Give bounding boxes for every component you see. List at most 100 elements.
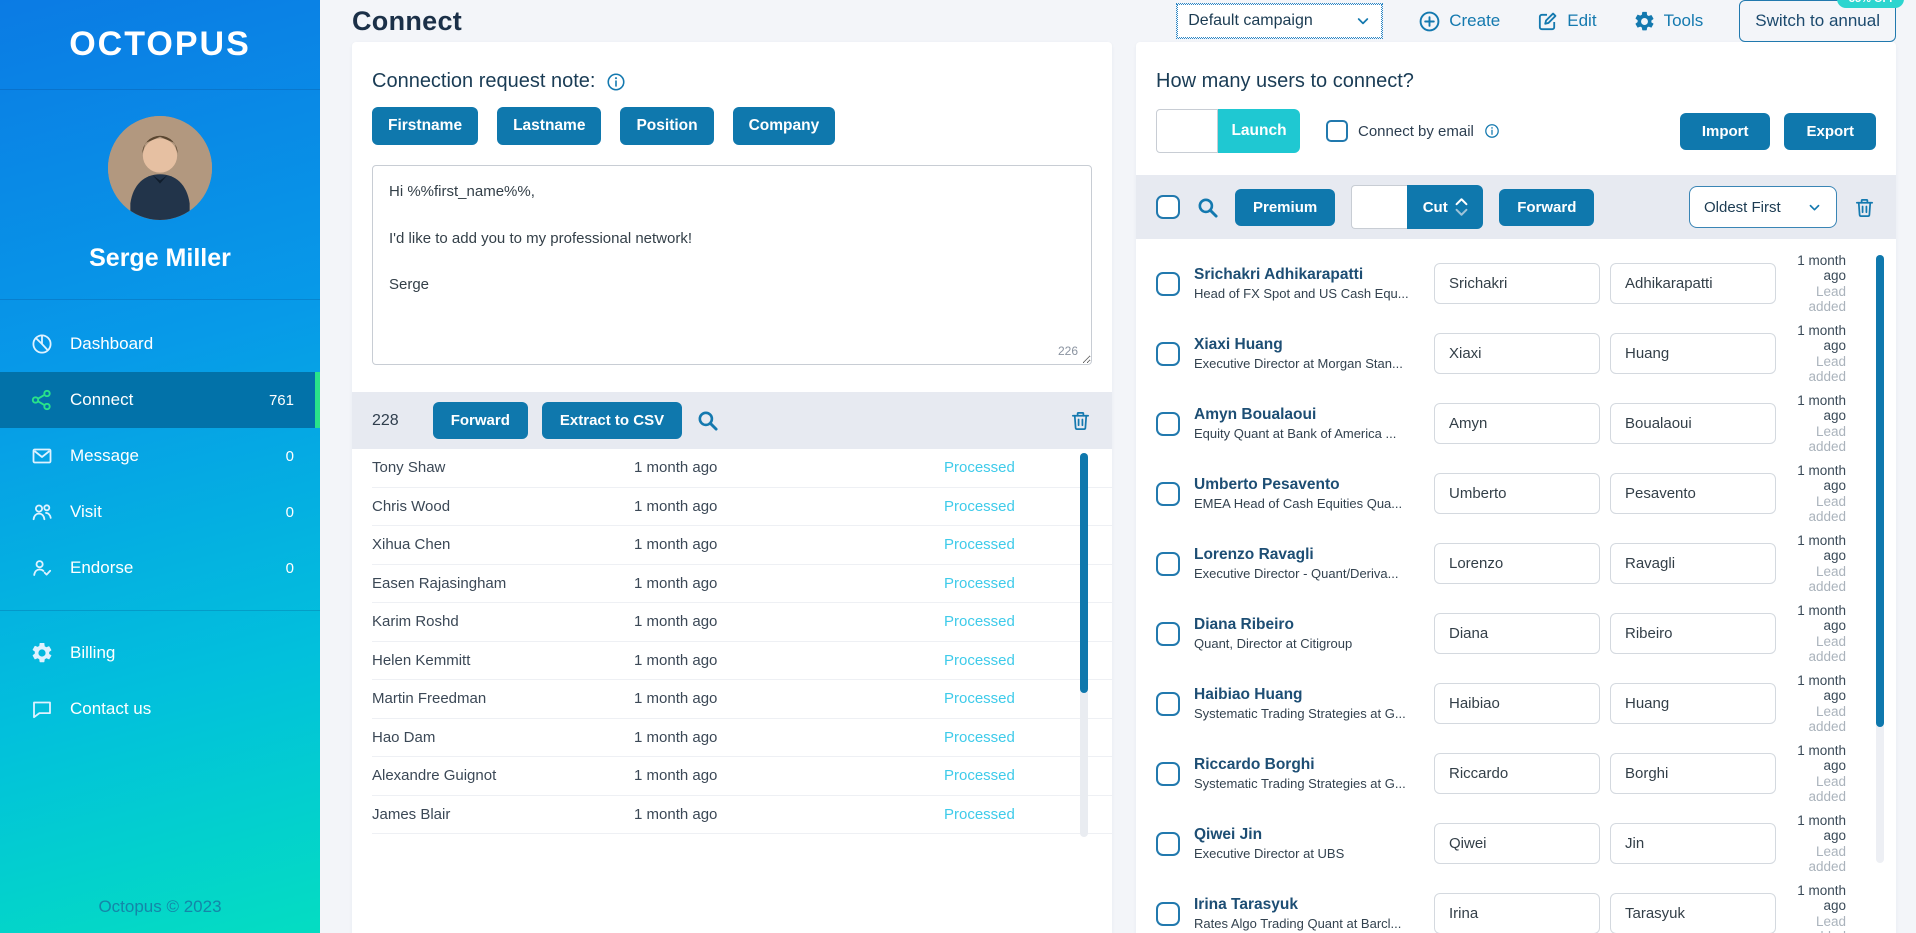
- trash-icon[interactable]: [1069, 409, 1092, 432]
- sidebar-item-billing[interactable]: Billing: [0, 625, 320, 681]
- sidebar-item-visit[interactable]: Visit 0: [0, 484, 320, 540]
- cut-label: Cut: [1422, 198, 1448, 216]
- user-checkbox[interactable]: [1156, 901, 1180, 926]
- import-button[interactable]: Import: [1679, 112, 1771, 150]
- edit-button[interactable]: Edit: [1536, 10, 1597, 33]
- user-name-link[interactable]: Diana Ribeiro: [1194, 616, 1434, 634]
- launch-button[interactable]: Launch: [1218, 109, 1300, 153]
- user-checkbox[interactable]: [1156, 551, 1180, 576]
- position-variable-button[interactable]: Position: [620, 107, 714, 145]
- last-name-field[interactable]: [1610, 753, 1776, 794]
- sort-order-select[interactable]: Oldest First: [1689, 186, 1837, 228]
- first-name-field[interactable]: [1434, 473, 1600, 514]
- user-name-link[interactable]: Xiaxi Huang: [1194, 336, 1434, 354]
- cut-count-input[interactable]: [1351, 185, 1408, 229]
- scrollbar-track[interactable]: [1080, 453, 1088, 837]
- user-name-link[interactable]: Amyn Boualaoui: [1194, 406, 1434, 424]
- scrollbar-track[interactable]: [1876, 255, 1884, 863]
- scrollbar-thumb[interactable]: [1080, 453, 1088, 693]
- user-name-link[interactable]: Qiwei Jin: [1194, 826, 1434, 844]
- sidebar-item-endorse[interactable]: Endorse 0: [0, 540, 320, 596]
- last-name-field[interactable]: [1610, 263, 1776, 304]
- table-row[interactable]: Helen Kemmitt 1 month ago Processed: [372, 642, 1112, 680]
- lead-time: 1 month ago: [1797, 673, 1846, 703]
- cut-button[interactable]: Cut: [1407, 185, 1484, 229]
- forward-button[interactable]: Forward: [432, 402, 528, 439]
- user-name-link[interactable]: Umberto Pesavento: [1194, 476, 1434, 494]
- user-name-link[interactable]: Haibiao Huang: [1194, 686, 1434, 704]
- last-name-field[interactable]: [1610, 823, 1776, 864]
- note-textarea[interactable]: Hi %%first_name%%, I'd like to add you t…: [372, 165, 1092, 365]
- table-row[interactable]: Martin Freedman 1 month ago Processed: [372, 680, 1112, 719]
- user-checkbox[interactable]: [1156, 761, 1180, 786]
- create-button[interactable]: Create: [1418, 10, 1500, 33]
- avatar-photo: [108, 116, 212, 220]
- premium-button[interactable]: Premium: [1235, 188, 1336, 226]
- user-name-link[interactable]: Irina Tarasyuk: [1194, 896, 1434, 914]
- lastname-variable-button[interactable]: Lastname: [497, 107, 602, 145]
- firstname-variable-button[interactable]: Firstname: [372, 107, 479, 145]
- company-variable-button[interactable]: Company: [732, 107, 836, 145]
- caret-up-icon[interactable]: [1455, 197, 1468, 206]
- user-name-link[interactable]: Riccardo Borghi: [1194, 756, 1434, 774]
- user-checkbox[interactable]: [1156, 831, 1180, 856]
- search-icon[interactable]: [1196, 196, 1219, 219]
- sidebar-item-message[interactable]: Message 0: [0, 428, 320, 484]
- trash-icon[interactable]: [1853, 196, 1876, 219]
- last-name-field[interactable]: [1610, 683, 1776, 724]
- last-name-field[interactable]: [1610, 403, 1776, 444]
- first-name-field[interactable]: [1434, 543, 1600, 584]
- extract-to-csv-button[interactable]: Extract to CSV: [541, 402, 683, 439]
- table-row[interactable]: James Blair 1 month ago Processed: [372, 796, 1112, 834]
- sidebar-item-dashboard[interactable]: Dashboard: [0, 316, 320, 372]
- scrollbar-thumb[interactable]: [1876, 255, 1884, 727]
- user-checkbox[interactable]: [1156, 621, 1180, 646]
- table-row[interactable]: Hao Dam 1 month ago Processed: [372, 719, 1112, 757]
- sidebar-item-contact-us[interactable]: Contact us: [0, 681, 320, 737]
- user-checkbox[interactable]: [1156, 271, 1180, 296]
- first-name-field[interactable]: [1434, 403, 1600, 444]
- first-name-field[interactable]: [1434, 753, 1600, 794]
- caret-down-icon[interactable]: [1455, 208, 1468, 217]
- search-icon[interactable]: [696, 409, 719, 432]
- table-row[interactable]: Easen Rajasingham 1 month ago Processed: [372, 565, 1112, 603]
- last-name-field[interactable]: [1610, 473, 1776, 514]
- user-checkbox[interactable]: [1156, 341, 1180, 366]
- first-name-field[interactable]: [1434, 263, 1600, 304]
- last-name-field[interactable]: [1610, 893, 1776, 933]
- sidebar-item-label: Contact us: [70, 699, 152, 718]
- table-row[interactable]: Karim Roshd 1 month ago Processed: [372, 603, 1112, 642]
- forward-button[interactable]: Forward: [1499, 188, 1595, 226]
- user-name-link[interactable]: Lorenzo Ravagli: [1194, 546, 1434, 564]
- last-name-field[interactable]: [1610, 613, 1776, 654]
- first-name-field[interactable]: [1434, 893, 1600, 933]
- connect-by-email-checkbox[interactable]: [1326, 120, 1348, 142]
- first-name-field[interactable]: [1434, 613, 1600, 654]
- sidebar-item-label: Billing: [70, 643, 116, 662]
- cut-stepper[interactable]: [1455, 197, 1468, 217]
- user-checkbox[interactable]: [1156, 411, 1180, 436]
- select-all-checkbox[interactable]: [1156, 195, 1180, 219]
- user-checkbox[interactable]: [1156, 481, 1180, 506]
- info-icon[interactable]: [606, 72, 626, 92]
- tools-button[interactable]: Tools: [1633, 10, 1703, 33]
- table-row[interactable]: Alexandre Guignot 1 month ago Processed: [372, 757, 1112, 796]
- last-name-field[interactable]: [1610, 333, 1776, 374]
- export-button[interactable]: Export: [1784, 112, 1876, 150]
- user-position: Executive Director at Morgan Stan...: [1194, 356, 1403, 371]
- table-row[interactable]: Tony Shaw 1 month ago Processed: [372, 449, 1112, 488]
- last-name-field[interactable]: [1610, 543, 1776, 584]
- info-icon[interactable]: [1484, 123, 1500, 139]
- avatar[interactable]: [108, 116, 212, 220]
- table-row[interactable]: Xihua Chen 1 month ago Processed: [372, 526, 1112, 565]
- first-name-field[interactable]: [1434, 683, 1600, 724]
- sidebar-item-connect[interactable]: Connect 761: [0, 372, 320, 428]
- campaign-select[interactable]: Default campaign: [1176, 3, 1384, 39]
- user-checkbox[interactable]: [1156, 691, 1180, 716]
- users-count-input[interactable]: [1156, 109, 1218, 153]
- user-name-link[interactable]: Srichakri Adhikarapatti: [1194, 266, 1434, 284]
- profile-block: Serge Miller: [0, 90, 320, 300]
- first-name-field[interactable]: [1434, 333, 1600, 374]
- first-name-field[interactable]: [1434, 823, 1600, 864]
- table-row[interactable]: Chris Wood 1 month ago Processed: [372, 488, 1112, 526]
